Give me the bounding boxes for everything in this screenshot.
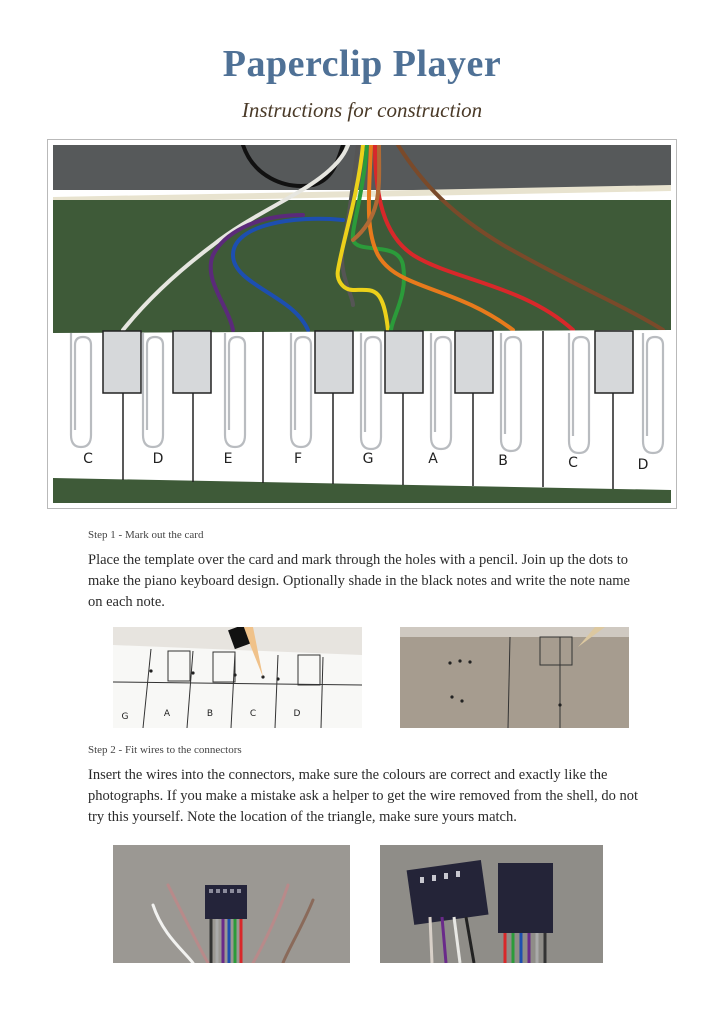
key-label: B xyxy=(498,453,508,469)
step-1-photo-right xyxy=(400,627,629,728)
black-key xyxy=(384,330,424,394)
black-key xyxy=(172,330,212,394)
step-2-heading: Step 2 - Fit wires to the connectors xyxy=(88,744,242,756)
key-label: D xyxy=(294,709,301,719)
step-2-photo-left xyxy=(113,845,350,963)
key-label: C xyxy=(568,455,578,471)
hero-photo: C D E F G A B C D xyxy=(53,145,671,503)
step-2-photo-right xyxy=(380,845,603,963)
step-1-heading: Step 1 - Mark out the card xyxy=(88,529,204,541)
page-subtitle: Instructions for construction xyxy=(241,98,483,122)
key-label: D xyxy=(153,451,164,467)
hero-photo-frame: C D E F G A B C D xyxy=(47,139,677,509)
key-label: C xyxy=(250,709,256,719)
key-label: A xyxy=(428,451,438,467)
step-1-body: Place the template over the card and mar… xyxy=(88,552,630,610)
black-key xyxy=(314,330,354,394)
black-key xyxy=(102,330,142,394)
page-title: Paperclip Player xyxy=(222,43,502,85)
key-label: C xyxy=(83,451,93,467)
key-label: D xyxy=(638,457,649,473)
black-key xyxy=(454,330,494,394)
key-label: G xyxy=(363,451,374,467)
key-label: E xyxy=(224,451,233,467)
step-2-body: Insert the wires into the connectors, ma… xyxy=(88,767,639,825)
key-label: A xyxy=(164,709,171,719)
step-1-photo-left: G A B C D xyxy=(113,627,362,728)
black-key xyxy=(594,330,634,394)
key-label: B xyxy=(207,709,213,719)
key-label: G xyxy=(122,712,129,722)
key-label: F xyxy=(294,451,302,467)
